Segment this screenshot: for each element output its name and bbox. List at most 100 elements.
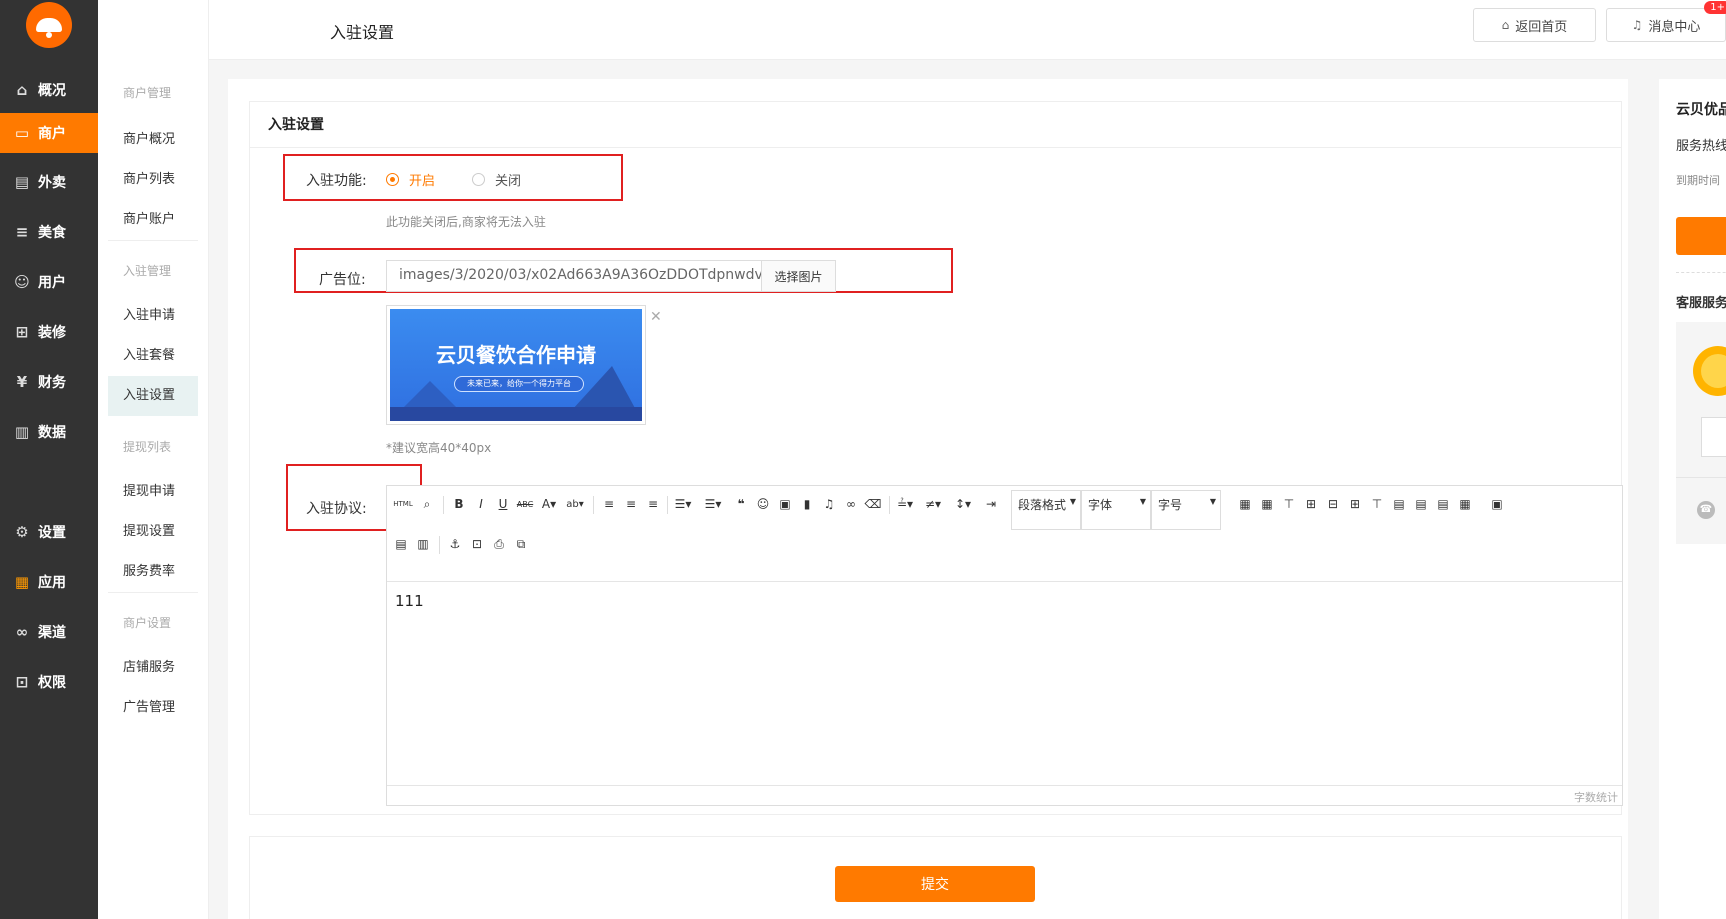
subnav-item-settle-settings[interactable]: 入驻设置 xyxy=(108,376,198,416)
subnav-item-account[interactable]: 商户账户 xyxy=(108,200,198,240)
shop-decor-icon: ⊞ xyxy=(15,323,29,341)
underline-icon[interactable]: U xyxy=(493,494,513,514)
qr-code-box xyxy=(1701,417,1726,457)
nav-item-permission[interactable]: ⊡ 权限 xyxy=(0,662,98,702)
line-height-icon[interactable]: ↕▾ xyxy=(953,494,973,514)
align-left-icon[interactable]: ≡ xyxy=(599,494,619,514)
bell-icon: ♫ xyxy=(1631,18,1643,32)
nav-item-food[interactable]: ≡ 美食 xyxy=(0,212,98,252)
table-icon[interactable]: ▦ xyxy=(1235,494,1255,514)
split-rows-icon[interactable]: ▤ xyxy=(391,534,411,554)
font-size-select[interactable]: 字号 ▼ xyxy=(1151,490,1221,530)
unordered-list-icon[interactable]: ☰▾ xyxy=(703,494,723,514)
video-icon[interactable]: ▮ xyxy=(797,494,817,514)
submit-button[interactable]: 提交 xyxy=(835,866,1035,902)
chevron-down-icon: ▼ xyxy=(1209,497,1216,506)
service-hotline: 服务热线 xyxy=(1676,139,1726,154)
close-icon[interactable]: ✕ xyxy=(650,309,662,325)
subnav-item-withdraw-apply[interactable]: 提现申请 xyxy=(108,472,198,512)
row-spacing-bottom-icon[interactable]: ≠▾ xyxy=(923,494,943,514)
chart-icon: ▥ xyxy=(14,423,30,441)
split-cells-icon[interactable]: ▦ xyxy=(1455,494,1475,514)
fullscreen-icon[interactable]: ▣ xyxy=(1487,494,1507,514)
nav-item-finance[interactable]: ¥ 财务 xyxy=(0,362,98,402)
radio-enable[interactable]: 开启 xyxy=(386,170,435,189)
select-image-button[interactable]: 选择图片 xyxy=(762,260,836,292)
paragraph-format-select[interactable]: 段落格式 ▼ xyxy=(1011,490,1081,530)
subnav-item-overview[interactable]: 商户概况 xyxy=(108,120,198,160)
message-center-button[interactable]: ♫ 消息中心 1+ xyxy=(1606,1,1726,42)
nav-item-takeout[interactable]: ▤ 外卖 xyxy=(0,162,98,202)
merge-right-icon[interactable]: ▤ xyxy=(1411,494,1431,514)
home-button[interactable]: ⌂ 返回首页 xyxy=(1473,8,1596,42)
subnav-item-package[interactable]: 入驻套餐 xyxy=(108,336,198,376)
music-icon[interactable]: ♫ xyxy=(819,494,839,514)
subnav-item-ad-manage[interactable]: 广告管理 xyxy=(108,688,198,728)
app-logo[interactable] xyxy=(26,2,72,48)
font-color-icon[interactable]: A▾ xyxy=(539,494,559,514)
highlight-color-icon[interactable]: ab▾ xyxy=(565,494,585,514)
feature-hint: 此功能关闭后,商家将无法入驻 xyxy=(386,215,546,229)
search-icon[interactable]: ⌕ xyxy=(417,494,437,514)
editor-toolbar: HTML ⌕ B I U ABC A▾ ab▾ ≡ ≡ ≡ ☰▾ ☰▾ ❝ ☺ … xyxy=(387,486,1622,582)
page-title: 入驻设置 xyxy=(330,23,395,42)
emoji-icon[interactable]: ☺ xyxy=(753,494,773,514)
word-count: 字数统计 xyxy=(1574,791,1618,804)
image-icon[interactable]: ▣ xyxy=(775,494,795,514)
ad-image-preview: 云贝餐饮合作申请 未来已来，给你一个得力平台 xyxy=(386,305,646,425)
preview-icon[interactable]: ⧉ xyxy=(511,534,531,554)
subnav-item-withdraw-settings[interactable]: 提现设置 xyxy=(108,512,198,552)
eraser-icon[interactable]: ⌫ xyxy=(863,494,883,514)
ordered-list-icon[interactable]: ☰▾ xyxy=(673,494,693,514)
row-spacing-top-icon[interactable]: ≟▾ xyxy=(895,494,915,514)
link-icon[interactable]: ∞ xyxy=(841,494,861,514)
html-source-button[interactable]: HTML xyxy=(391,494,415,514)
insert-col-icon[interactable]: ⊞ xyxy=(1345,494,1365,514)
nav-item-overview[interactable]: ⌂ 概况 xyxy=(0,70,98,110)
align-right-icon[interactable]: ≡ xyxy=(643,494,663,514)
nav-item-settings[interactable]: ⚙ 设置 xyxy=(0,512,98,552)
dashed-divider xyxy=(1676,272,1726,273)
nav-item-user[interactable]: ☺ 用户 xyxy=(0,262,98,302)
anchor-icon[interactable]: ⚓ xyxy=(445,534,465,554)
bold-icon[interactable]: B xyxy=(449,494,469,514)
subnav-item-service-fee[interactable]: 服务费率 xyxy=(108,552,198,592)
font-family-select[interactable]: 字体 ▼ xyxy=(1081,490,1151,530)
align-center-icon[interactable]: ≡ xyxy=(621,494,641,514)
subnav-item-store-service[interactable]: 店铺服务 xyxy=(108,648,198,688)
editor-content[interactable]: 111 xyxy=(395,592,424,610)
message-badge: 1+ xyxy=(1704,1,1726,14)
renew-button[interactable] xyxy=(1676,217,1726,255)
indent-icon[interactable]: ⇥ xyxy=(981,494,1001,514)
subnav-item-list[interactable]: 商户列表 xyxy=(108,160,198,200)
subnav-group-label: 提现列表 xyxy=(123,440,172,454)
page-break-icon[interactable]: ⊡ xyxy=(467,534,487,554)
radio-disable[interactable]: 关闭 xyxy=(472,170,521,189)
delete-col-icon[interactable]: ⊤ xyxy=(1367,494,1387,514)
merge-cells-icon[interactable]: ▤ xyxy=(1389,494,1409,514)
italic-icon[interactable]: I xyxy=(471,494,491,514)
delete-row-icon[interactable]: ⊟ xyxy=(1323,494,1343,514)
nav-item-data[interactable]: ▥ 数据 xyxy=(0,412,98,452)
nav-item-merchant[interactable]: ▭ 商户 xyxy=(0,113,98,153)
table-insert-icon[interactable]: ▦ xyxy=(1257,494,1277,514)
subnav-group-label: 商户设置 xyxy=(123,616,172,630)
subnav-divider xyxy=(108,240,198,241)
split-cols-icon[interactable]: ▥ xyxy=(413,534,433,554)
ad-image-path-input[interactable]: images/3/2020/03/x02Ad663A9A36OzDDOTdpnw… xyxy=(386,260,762,292)
menu-icon: ≡ xyxy=(15,223,29,241)
merge-down-icon[interactable]: ▤ xyxy=(1433,494,1453,514)
panel-divider xyxy=(249,147,1622,148)
phone-icon[interactable]: ☎ xyxy=(1697,501,1715,519)
sub-sidebar: 商户管理 商户概况 商户列表 商户账户 入驻管理 入驻申请 入驻套餐 入驻设置 … xyxy=(98,0,209,919)
nav-item-channel[interactable]: ∞ 渠道 xyxy=(0,612,98,652)
insert-row-icon[interactable]: ⊞ xyxy=(1301,494,1321,514)
strikethrough-icon[interactable]: ABC xyxy=(515,494,535,514)
rich-text-editor: HTML ⌕ B I U ABC A▾ ab▾ ≡ ≡ ≡ ☰▾ ☰▾ ❝ ☺ … xyxy=(386,485,1623,806)
table-title-icon[interactable]: ⊤ xyxy=(1279,494,1299,514)
print-icon[interactable]: ⎙ xyxy=(489,534,509,554)
subnav-item-apply[interactable]: 入驻申请 xyxy=(108,296,198,336)
nav-item-decor[interactable]: ⊞ 装修 xyxy=(0,312,98,352)
quote-icon[interactable]: ❝ xyxy=(731,494,751,514)
nav-item-apps[interactable]: ▦ 应用 xyxy=(0,562,98,602)
